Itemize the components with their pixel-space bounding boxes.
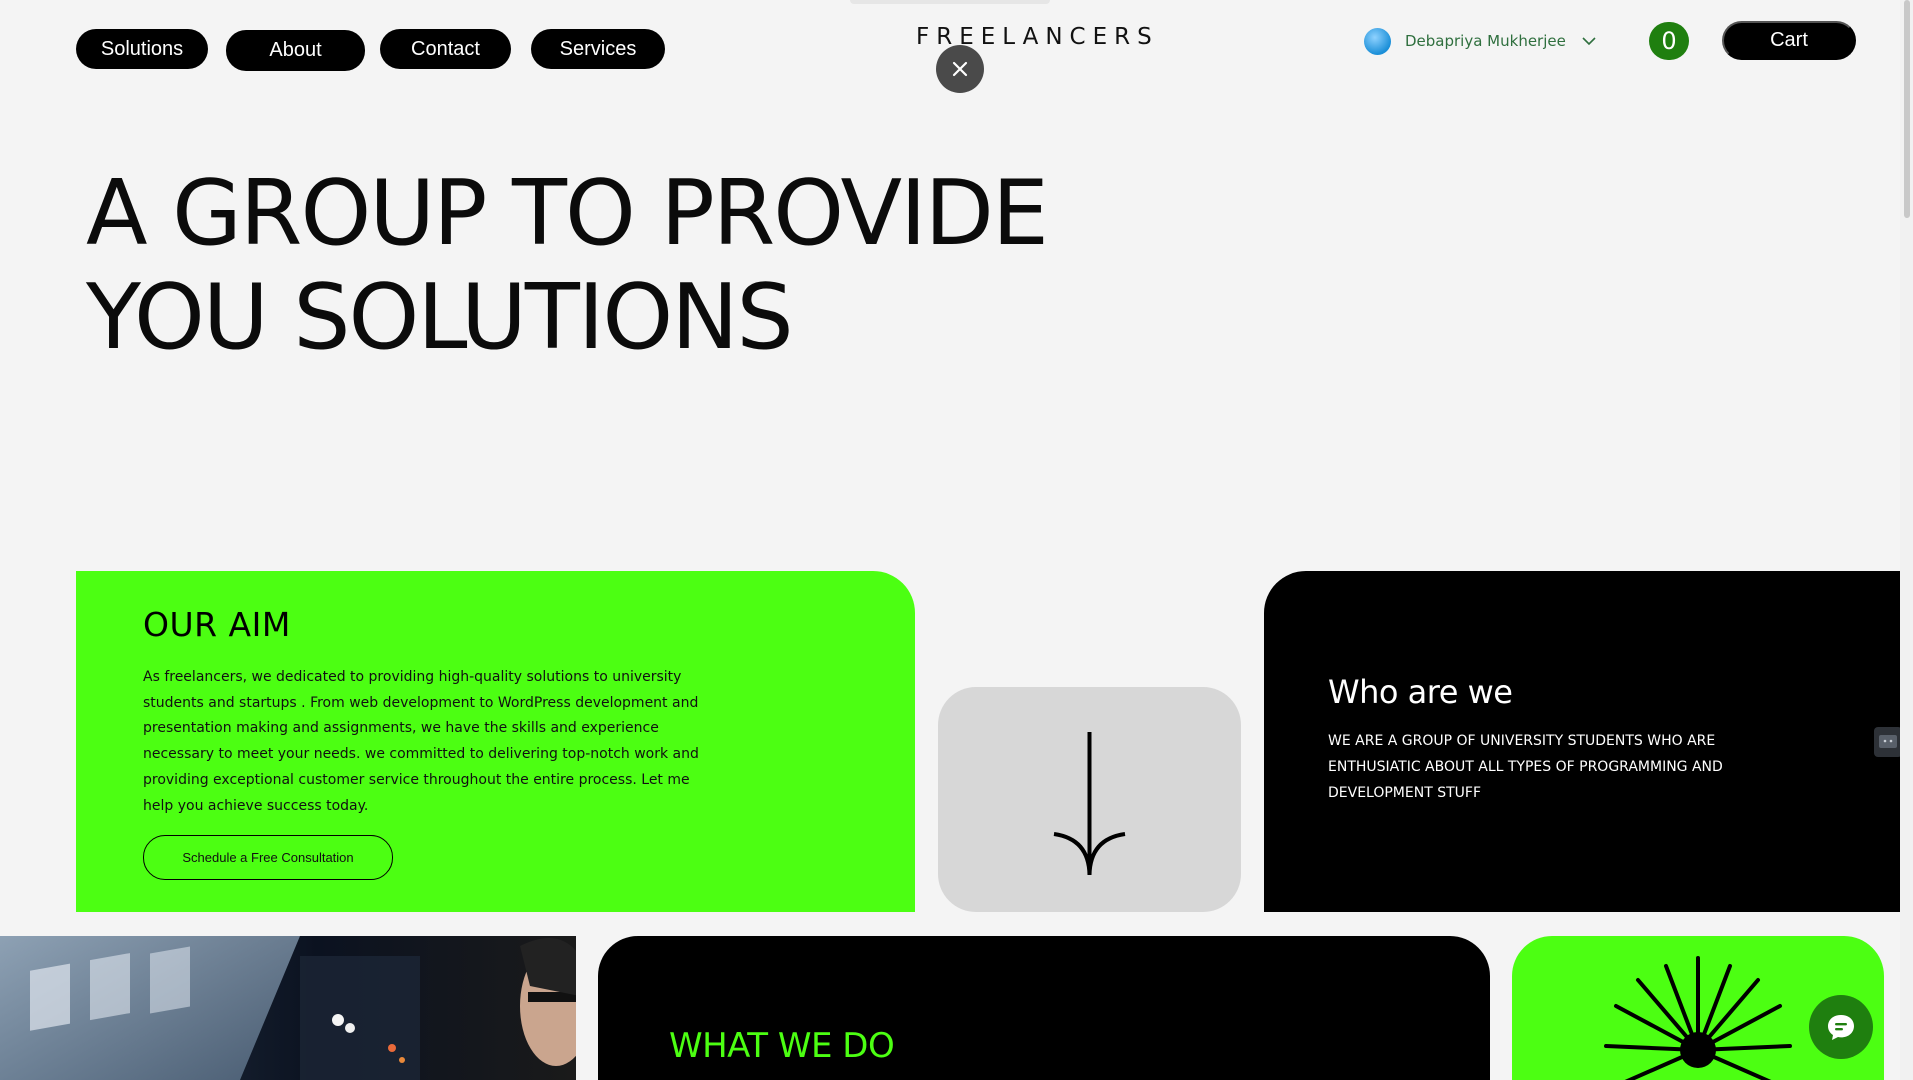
who-are-we-text: WE ARE A GROUP OF UNIVERSITY STUDENTS WH… [1328,733,1723,801]
user-menu[interactable]: Debapriya Mukherjee [1364,26,1596,56]
cart-count-badge[interactable]: 0 [1649,22,1689,60]
hero-line-1: A GROUP TO PROVIDE [86,161,1049,266]
workspace-photo-illustration [0,936,576,1080]
what-we-do-card: WHAT WE DO [598,936,1490,1080]
workspace-photo [0,936,576,1080]
schedule-consultation-button[interactable]: Schedule a Free Consultation [143,835,393,880]
arrow-card [938,687,1241,912]
widget-face-icon [1879,735,1897,748]
who-are-we-title: Who are we [1328,673,1513,711]
chat-icon [1828,1015,1854,1040]
close-icon [952,61,968,77]
hero-heading: A GROUP TO PROVIDE YOU SOLUTIONS [86,161,1049,370]
nav-about-button[interactable]: About [226,30,365,71]
accessibility-widget-icon[interactable] [1874,727,1902,757]
nav-solutions-button[interactable]: Solutions [76,29,208,69]
what-we-do-title: WHAT WE DO [669,1026,895,1066]
arrow-down-icon [1053,732,1126,876]
user-name: Debapriya Mukherjee [1405,32,1566,50]
page: Solutions About Contact Services FREELAN… [0,0,1913,1080]
our-aim-card: OUR AIM As freelancers, we dedicated to … [76,571,915,912]
top-tab-shadow [850,0,1050,4]
nav-contact-button[interactable]: Contact [380,29,511,69]
close-button[interactable] [936,45,984,93]
our-aim-text: As freelancers, we dedicated to providin… [143,669,699,814]
scrollbar-thumb[interactable] [1904,0,1910,218]
who-are-we-card: Who are we WE ARE A GROUP OF UNIVERSITY … [1264,571,1904,912]
hero-line-2: YOU SOLUTIONS [86,265,794,370]
our-aim-title: OUR AIM [143,605,291,644]
chat-button[interactable] [1809,995,1873,1059]
nav-services-button[interactable]: Services [531,29,665,69]
avatar-icon [1364,27,1391,55]
chevron-down-icon [1582,36,1596,45]
cart-button[interactable]: Cart [1722,21,1856,60]
